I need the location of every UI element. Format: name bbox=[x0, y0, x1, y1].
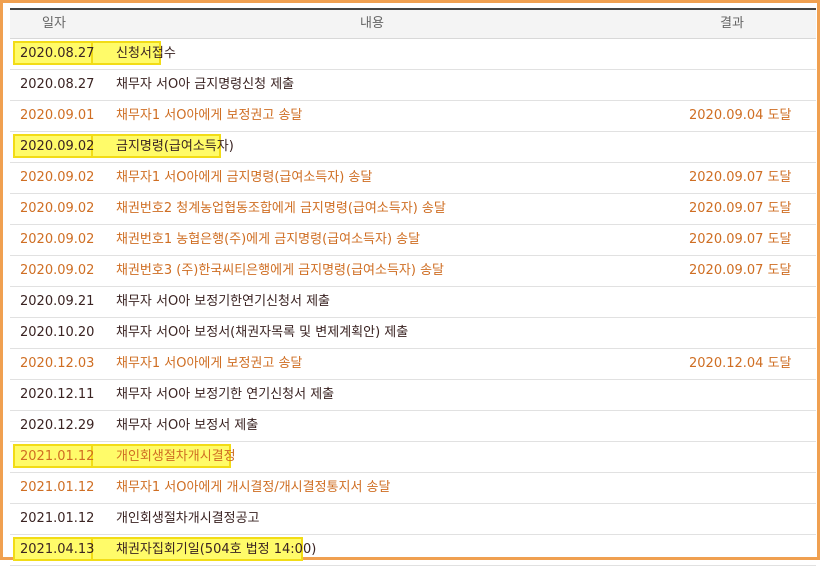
row-content: 채권번호3 (주)한국씨티은행에게 금지명령(급여소득자) 송달 bbox=[116, 263, 444, 278]
header-date: 일자 bbox=[42, 16, 66, 31]
row-content: 채권번호2 청계농업협동조합에게 금지명령(급여소득자) 송달 bbox=[116, 201, 446, 216]
table-row: 2021.01.12 채무자1 서O아에게 개시결정/개시결정통지서 송달 bbox=[10, 473, 816, 504]
table-row: 2020.10.20 채무자 서O아 보정서(채권자목록 및 변제계획안) 제출 bbox=[10, 318, 816, 349]
row-date: 2020.12.11 bbox=[20, 387, 95, 402]
table-row: 2020.08.27 신청서접수 bbox=[10, 39, 816, 70]
table-row: 2020.09.02 채무자1 서O아에게 금지명령(급여소득자) 송달 2020.… bbox=[10, 163, 816, 194]
row-content: 채무자 서O아 금지명령신청 제출 bbox=[116, 77, 295, 92]
row-result: 2020.09.07 도달 bbox=[689, 201, 792, 216]
row-date: 2020.09.01 bbox=[20, 108, 95, 123]
row-content: 채권자집회기일(504호 법정 14:00) bbox=[116, 542, 317, 557]
table-row: 2020.09.02 채권번호1 농협은행(주)에게 금지명령(급여소득자) 송달… bbox=[10, 225, 816, 256]
row-content: 개인회생절차개시결정공고 bbox=[116, 511, 260, 526]
row-date: 2020.12.29 bbox=[20, 418, 95, 433]
row-date: 2021.01.12 bbox=[20, 511, 95, 526]
table-row: 2021.01.12 개인회생절차개시결정 bbox=[10, 442, 816, 473]
row-date: 2020.09.02 bbox=[20, 232, 95, 247]
row-content: 채무자 서O아 보정서(채권자목록 및 변제계획안) 제출 bbox=[116, 325, 409, 340]
content-frame: 일자 내용 결과 2020.08.27 신청서접수 2020.08.27 채무자 서O… bbox=[0, 0, 820, 566]
header-content: 내용 bbox=[360, 16, 384, 31]
table-body: 2020.08.27 신청서접수 2020.08.27 채무자 서O아 금지명령신청 … bbox=[10, 39, 816, 566]
table-row: 2020.09.02 금지명령(급여소득자) bbox=[10, 132, 816, 163]
row-content: 채무자 서O아 보정기한 연기신청서 제출 bbox=[116, 387, 335, 402]
row-date: 2020.12.03 bbox=[20, 356, 95, 371]
row-date: 2020.09.21 bbox=[20, 294, 95, 309]
row-content: 채무자1 서O아에게 개시결정/개시결정통지서 송달 bbox=[116, 480, 391, 495]
table-row: 2021.04.13 채권자집회기일(504호 법정 14:00) bbox=[10, 535, 816, 566]
row-date: 2020.10.20 bbox=[20, 325, 95, 340]
table-row: 2020.12.03 채무자1 서O아에게 보정권고 송달 2020.12.04 도… bbox=[10, 349, 816, 380]
row-date: 2021.01.12 bbox=[20, 480, 95, 495]
table-row: 2020.09.01 채무자1 서O아에게 보정권고 송달 2020.09.04 도… bbox=[10, 101, 816, 132]
row-content: 채무자 서O아 보정기한연기신청서 제출 bbox=[116, 294, 330, 309]
header-result: 결과 bbox=[720, 16, 744, 31]
row-content: 신청서접수 bbox=[116, 46, 176, 61]
row-date: 2020.08.27 bbox=[20, 77, 95, 92]
row-result: 2020.12.04 도달 bbox=[689, 356, 792, 371]
case-progress-table: 일자 내용 결과 2020.08.27 신청서접수 2020.08.27 채무자 서O… bbox=[10, 8, 816, 566]
row-date: 2020.09.02 bbox=[20, 170, 95, 185]
row-result: 2020.09.07 도달 bbox=[689, 170, 792, 185]
row-result: 2020.09.04 도달 bbox=[689, 108, 792, 123]
row-date: 2020.09.02 bbox=[20, 263, 95, 278]
table-row: 2020.08.27 채무자 서O아 금지명령신청 제출 bbox=[10, 70, 816, 101]
row-content: 채권번호1 농협은행(주)에게 금지명령(급여소득자) 송달 bbox=[116, 232, 421, 247]
table-row: 2020.09.02 채권번호2 청계농업협동조합에게 금지명령(급여소득자) 송… bbox=[10, 194, 816, 225]
table-row: 2020.09.02 채권번호3 (주)한국씨티은행에게 금지명령(급여소득자) … bbox=[10, 256, 816, 287]
row-content: 개인회생절차개시결정 bbox=[116, 449, 236, 464]
row-date: 2020.09.02 bbox=[20, 139, 95, 154]
row-content: 금지명령(급여소득자) bbox=[116, 139, 234, 154]
table-row: 2021.01.12 개인회생절차개시결정공고 bbox=[10, 504, 816, 535]
row-content: 채무자 서O아 보정서 제출 bbox=[116, 418, 259, 433]
table-header: 일자 내용 결과 bbox=[10, 10, 816, 39]
table-row: 2020.09.21 채무자 서O아 보정기한연기신청서 제출 bbox=[10, 287, 816, 318]
row-content: 채무자1 서O아에게 금지명령(급여소득자) 송달 bbox=[116, 170, 373, 185]
table-row: 2020.12.11 채무자 서O아 보정기한 연기신청서 제출 bbox=[10, 380, 816, 411]
table-row: 2020.12.29 채무자 서O아 보정서 제출 bbox=[10, 411, 816, 442]
row-date: 2021.01.12 bbox=[20, 449, 95, 464]
row-date: 2021.04.13 bbox=[20, 542, 95, 557]
row-result: 2020.09.07 도달 bbox=[689, 232, 792, 247]
row-result: 2020.09.07 도달 bbox=[689, 263, 792, 278]
row-content: 채무자1 서O아에게 보정권고 송달 bbox=[116, 356, 303, 371]
row-date: 2020.09.02 bbox=[20, 201, 95, 216]
row-content: 채무자1 서O아에게 보정권고 송달 bbox=[116, 108, 303, 123]
row-date: 2020.08.27 bbox=[20, 46, 95, 61]
